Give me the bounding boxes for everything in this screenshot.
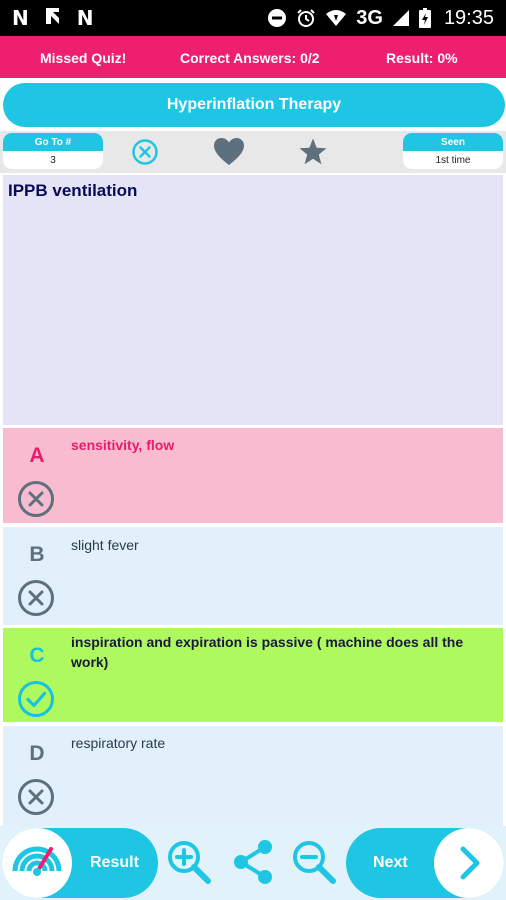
question-toolbar: Go To # 3 Seen 1st time	[0, 131, 506, 173]
close-circle-icon[interactable]	[129, 136, 161, 168]
answer-option-a[interactable]: A sensitivity, flow	[3, 428, 503, 523]
heart-icon[interactable]	[213, 136, 245, 168]
next-button[interactable]: Next	[346, 828, 504, 898]
seen-box: Seen 1st time	[403, 133, 503, 171]
share-icon[interactable]	[227, 836, 279, 888]
answer-letter: B	[29, 543, 45, 566]
answer-option-c[interactable]: C inspiration and expiration is passive …	[3, 628, 503, 722]
check-circle-icon	[17, 680, 55, 718]
answer-option-d[interactable]: D respiratory rate	[3, 726, 503, 826]
correct-answers-label: Correct Answers: 0/2	[180, 50, 320, 66]
answer-letter: A	[29, 444, 45, 467]
status-bar: N N 3G 19:35	[0, 0, 506, 36]
goto-label: Go To #	[3, 133, 103, 151]
notification-icons: N N	[0, 6, 94, 31]
answer-text: slight fever	[71, 537, 139, 553]
goto-value[interactable]: 3	[3, 151, 103, 169]
alarm-icon	[296, 8, 316, 28]
result-gauge-icon	[2, 828, 72, 898]
quiz-info-bar: Missed Quiz! Correct Answers: 0/2 Result…	[0, 36, 506, 78]
star-icon[interactable]	[297, 136, 329, 168]
zoom-in-icon[interactable]	[163, 836, 215, 888]
system-icons: 3G 19:35	[267, 7, 506, 30]
answer-option-b[interactable]: B slight fever	[3, 527, 503, 625]
network-type: 3G	[356, 6, 383, 29]
question-panel: IPPB ventilation	[3, 175, 503, 425]
seen-value: 1st time	[403, 151, 503, 169]
clock: 19:35	[443, 6, 494, 29]
answer-text: respiratory rate	[71, 735, 166, 751]
next-button-label: Next	[373, 854, 408, 871]
cross-circle-icon	[17, 579, 55, 617]
result-button-label: Result	[90, 854, 139, 871]
bottom-bar: Result Next	[0, 826, 506, 900]
answer-text: inspiration and expiration is passive ( …	[71, 634, 464, 670]
quiz-title: Hyperinflation Therapy	[3, 83, 505, 127]
cross-circle-icon	[17, 480, 55, 518]
wifi-icon	[325, 9, 347, 27]
chevron-right-icon	[434, 828, 504, 898]
answer-text: sensitivity, flow	[71, 437, 175, 453]
answer-letter: C	[29, 644, 45, 667]
result-button[interactable]: Result	[2, 828, 158, 898]
question-text: IPPB ventilation	[8, 181, 138, 200]
missed-quiz-label: Missed Quiz!	[40, 50, 127, 66]
signal-icon	[392, 9, 410, 27]
battery-icon	[418, 8, 431, 28]
result-percent-label: Result: 0%	[386, 50, 458, 66]
notification-n2-icon: N	[76, 6, 94, 30]
seen-label: Seen	[403, 133, 503, 151]
cross-circle-icon	[17, 778, 55, 816]
zoom-out-icon[interactable]	[288, 836, 340, 888]
do-not-disturb-icon	[267, 8, 287, 28]
notification-app-icon	[43, 6, 63, 31]
goto-question-box[interactable]: Go To # 3	[3, 133, 103, 171]
answer-letter: D	[29, 742, 45, 765]
notification-n-icon: N	[12, 6, 29, 30]
